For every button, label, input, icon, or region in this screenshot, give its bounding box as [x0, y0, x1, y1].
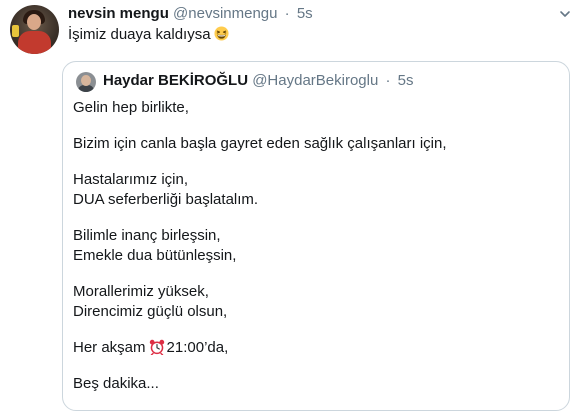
tweet-text-content: İşimiz duaya kaldıysa [68, 26, 211, 43]
quoted-author-name[interactable]: Haydar BEKİROĞLU [103, 72, 248, 89]
author-handle[interactable]: @nevsinmengu [173, 5, 277, 22]
quoted-tweet-header: Haydar BEKİROĞLU @HaydarBekiroglu · 5s [103, 71, 414, 91]
quoted-author-handle[interactable]: @HaydarBekiroglu [252, 72, 378, 89]
quoted-line: Bilimle inanç birleşsin, [73, 227, 221, 244]
alarm-clock-icon [149, 339, 165, 356]
tweet-header: nevsin mengu @nevsinmengu · 5s [68, 4, 313, 24]
quoted-line-part: 21:00’da, [166, 339, 229, 356]
tweet-text: İşimiz duaya kaldıysa [68, 25, 229, 45]
chevron-down-icon[interactable] [559, 8, 571, 20]
quoted-line: Direncimiz güçlü olsun, [73, 303, 228, 320]
quoted-tweet-text: Gelin hep birlikte, Bizim için canla baş… [73, 98, 447, 394]
quoted-author-avatar[interactable] [76, 72, 96, 92]
quoted-line: DUA seferberliği başlatalım. [73, 191, 259, 208]
quoted-line: Emekle dua bütünleşsin, [73, 247, 237, 264]
quoted-line: Morallerimiz yüksek, [73, 283, 209, 300]
author-name[interactable]: nevsin mengu [68, 5, 169, 22]
quoted-line: Bizim için canla başla gayret eden sağlı… [73, 135, 447, 152]
quoted-line: Beş dakika... [73, 375, 159, 392]
grinning-squinting-face-icon [214, 26, 229, 41]
separator-dot: · [284, 5, 290, 22]
quoted-line: Gelin hep birlikte, [73, 99, 189, 116]
tweet[interactable]: nevsin mengu @nevsinmengu · 5s İşimiz du… [0, 0, 583, 420]
separator-dot: · [385, 72, 391, 89]
quoted-tweet-card[interactable]: Haydar BEKİROĞLU @HaydarBekiroglu · 5s G… [62, 61, 570, 411]
tweet-timestamp[interactable]: 5s [297, 5, 313, 22]
quoted-tweet-timestamp[interactable]: 5s [398, 72, 414, 89]
author-avatar[interactable] [10, 5, 59, 54]
quoted-line-part: Her akşam [73, 339, 146, 356]
quoted-line: Her akşam 21:00’da, [73, 338, 447, 358]
quoted-line: Hastalarımız için, [73, 171, 189, 188]
